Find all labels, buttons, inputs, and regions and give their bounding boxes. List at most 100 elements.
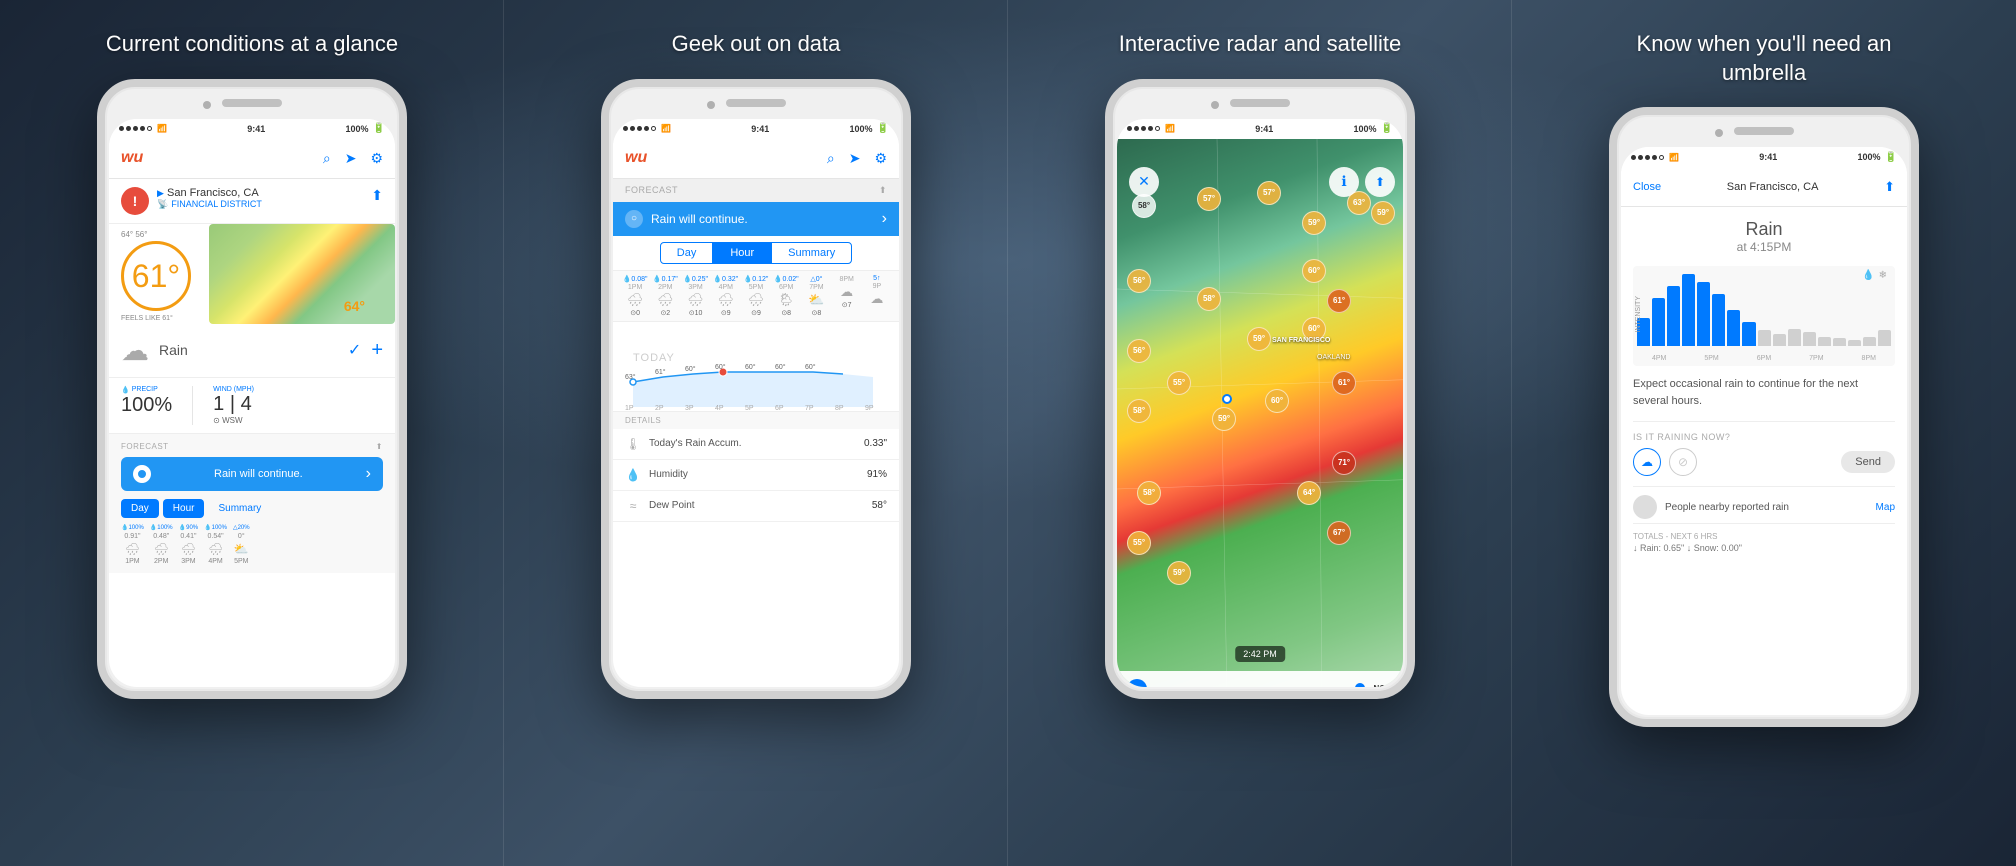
hcol-3: 💧0.25" 3PM 🌧 ⊙10 xyxy=(681,275,709,317)
settings-icon-1[interactable]: ⚙ xyxy=(370,150,383,167)
info-button[interactable]: ℹ xyxy=(1329,167,1359,197)
share-icon-4[interactable]: ⬆ xyxy=(1884,179,1895,195)
chevron-right-icon[interactable]: › xyxy=(366,465,371,483)
radar-map[interactable]: 58° 57° 57° 63° 59° 59° 56° 60° 58° 59° … xyxy=(1117,139,1403,687)
hcol-1: 💧0.08" 1PM 🌧 ⊙0 xyxy=(621,275,649,317)
svg-text:6P: 6P xyxy=(775,405,784,411)
settings-icon-2[interactable]: ⚙ xyxy=(874,150,887,167)
dew-icon: ≈ xyxy=(625,499,641,513)
humidity-label: Humidity xyxy=(649,469,688,480)
forecast-share-icon[interactable]: ⬆ xyxy=(376,442,383,451)
temp-60-3: 60° xyxy=(1265,389,1289,413)
icon-2: 🌧 xyxy=(154,542,169,556)
status-right-2: 100% 🔋 xyxy=(850,123,889,134)
wifi-icon: 📶 xyxy=(157,124,167,133)
wifi-icon-4: 📶 xyxy=(1669,153,1679,162)
check-icon[interactable]: ✓ xyxy=(348,340,361,360)
panel-2: Geek out on data 📶 9:41 100% xyxy=(504,0,1008,866)
status-time-2: 9:41 xyxy=(751,124,769,134)
snow-icon-chart: ❄ xyxy=(1879,270,1887,281)
rain-accum-row: 🌡 Today's Rain Accum. 0.33" xyxy=(613,429,899,460)
day-hour-tabs: Day Hour Summary xyxy=(121,499,383,518)
navigate-icon-1[interactable]: ➤ xyxy=(345,150,357,167)
status-bar-3: 📶 9:41 100% 🔋 xyxy=(1117,119,1403,139)
phone-4-screen: 📶 9:41 100% 🔋 Close San Francisco, CA ⬆ xyxy=(1621,147,1907,715)
alert-icon: ! xyxy=(121,187,149,215)
icon-4: 🌧 xyxy=(208,542,223,556)
map-link[interactable]: Map xyxy=(1876,502,1895,513)
phone-2-screen: 📶 9:41 100% 🔋 wu ⌕ ➤ ⚙ xyxy=(613,119,899,687)
bar-15 xyxy=(1848,340,1861,346)
panel-4-title: Know when you'll need an umbrella xyxy=(1594,30,1934,87)
now-label: NOW xyxy=(1373,684,1393,687)
tab-hour-2[interactable]: Hour xyxy=(713,242,771,264)
share-icon-1[interactable]: ⬆ xyxy=(371,187,383,204)
rain-row: ☁ Rain ✓ + xyxy=(109,324,395,378)
nav-bar-1: wu ⌕ ➤ ⚙ xyxy=(109,139,395,179)
hcol-4: 💧0.32" 4PM 🌧 ⊙9 xyxy=(712,275,740,317)
share-icon-2[interactable]: ⬆ xyxy=(879,185,887,196)
forecast-tabs-2: Day Hour Summary xyxy=(613,236,899,271)
no-rain-button[interactable]: ⊘ xyxy=(1669,448,1697,476)
send-button[interactable]: Send xyxy=(1841,451,1895,473)
rain-circle-icon: ○ xyxy=(625,210,643,228)
temp-59-4: 59° xyxy=(1167,561,1191,585)
label-8pm: 8PM xyxy=(1862,355,1876,362)
dot2 xyxy=(126,126,131,131)
wind-dir: ⊙ WSW xyxy=(213,416,254,425)
search-icon-2[interactable]: ⌕ xyxy=(827,150,835,167)
bar-7 xyxy=(1727,310,1740,346)
close-button-4[interactable]: Close xyxy=(1633,181,1661,193)
temp-61-1: 61° xyxy=(1327,289,1351,313)
val-3: 0.41" xyxy=(180,533,196,540)
rain-accum-label: Today's Rain Accum. xyxy=(649,438,742,449)
phone-2: 📶 9:41 100% 🔋 wu ⌕ ➤ ⚙ xyxy=(601,79,911,699)
tab-day[interactable]: Day xyxy=(121,499,159,518)
hour-item-5: △20% 0° ⛅ 5PM xyxy=(233,524,250,565)
wifi-icon-3: 📶 xyxy=(1165,124,1175,133)
city-name-4: San Francisco, CA xyxy=(1661,181,1884,193)
map-lines-svg xyxy=(1117,139,1403,687)
dot1 xyxy=(119,126,124,131)
temp-58-1: 58° xyxy=(1132,194,1156,218)
svg-text:1P: 1P xyxy=(625,405,634,411)
tab-summary[interactable]: Summary xyxy=(208,499,271,518)
status-bar-4: 📶 9:41 100% 🔋 xyxy=(1621,147,1907,167)
tab-day-2[interactable]: Day xyxy=(660,242,714,264)
play-button[interactable]: ▶ xyxy=(1127,679,1147,687)
precip-wind-row: 💧 PRECIP 100% WIND (MPH) 1 | 4 ⊙ WSW xyxy=(109,378,395,434)
nearby-section: People nearby reported rain Map xyxy=(1633,486,1895,519)
time-5: 5PM xyxy=(234,558,248,565)
navigate-icon-2[interactable]: ➤ xyxy=(849,150,861,167)
details-section: DETAILS 🌡 Today's Rain Accum. 0.33" 💧 Hu… xyxy=(613,412,899,522)
temp-57-2: 57° xyxy=(1257,181,1281,205)
forecast-label: FORECAST xyxy=(121,442,169,451)
time-1: 1PM xyxy=(125,558,139,565)
battery-pct-1: 100% xyxy=(346,124,369,134)
panel-2-title: Geek out on data xyxy=(672,30,841,59)
condition-time: at 4:15PM xyxy=(1633,240,1895,254)
temperature-chart: TODAY 63° 61° 60° 60° xyxy=(613,322,899,412)
chart-labels-row: 4PM 5PM 6PM 7PM 8PM xyxy=(1633,355,1895,362)
hcol-8: 8PM ☁ ⊙7 xyxy=(833,275,861,317)
yes-rain-button[interactable]: ☁ xyxy=(1633,448,1661,476)
share-radar-button[interactable]: ⬆ xyxy=(1365,167,1395,197)
totals-section: TOTALS - NEXT 6 HRS ↓ Rain: 0.65" ↓ Snow… xyxy=(1633,523,1895,553)
user-avatar xyxy=(1633,495,1657,519)
cloud-icon: ☁ xyxy=(121,334,149,367)
rain-label: Rain xyxy=(159,342,338,358)
panel-4: Know when you'll need an umbrella 📶 9:41 xyxy=(1512,0,2016,866)
tab-summary-2[interactable]: Summary xyxy=(771,242,852,264)
status-right-4: 100% 🔋 xyxy=(1858,152,1897,163)
humidity-value: 91% xyxy=(867,469,887,480)
close-radar-button[interactable]: ✕ xyxy=(1129,167,1159,197)
label-4pm: 4PM xyxy=(1652,355,1666,362)
plus-icon[interactable]: + xyxy=(371,339,383,362)
panel-1: Current conditions at a glance 📶 9:41 xyxy=(0,0,504,866)
hcol-6: 💧0.02" 6PM 🌦 ⊙8 xyxy=(772,275,800,317)
tab-hour[interactable]: Hour xyxy=(163,499,205,518)
condition-label: Rain xyxy=(1633,219,1895,240)
search-icon-1[interactable]: ⌕ xyxy=(323,150,331,167)
bar-8 xyxy=(1742,322,1755,346)
chevron-right-2[interactable]: › xyxy=(882,210,887,228)
